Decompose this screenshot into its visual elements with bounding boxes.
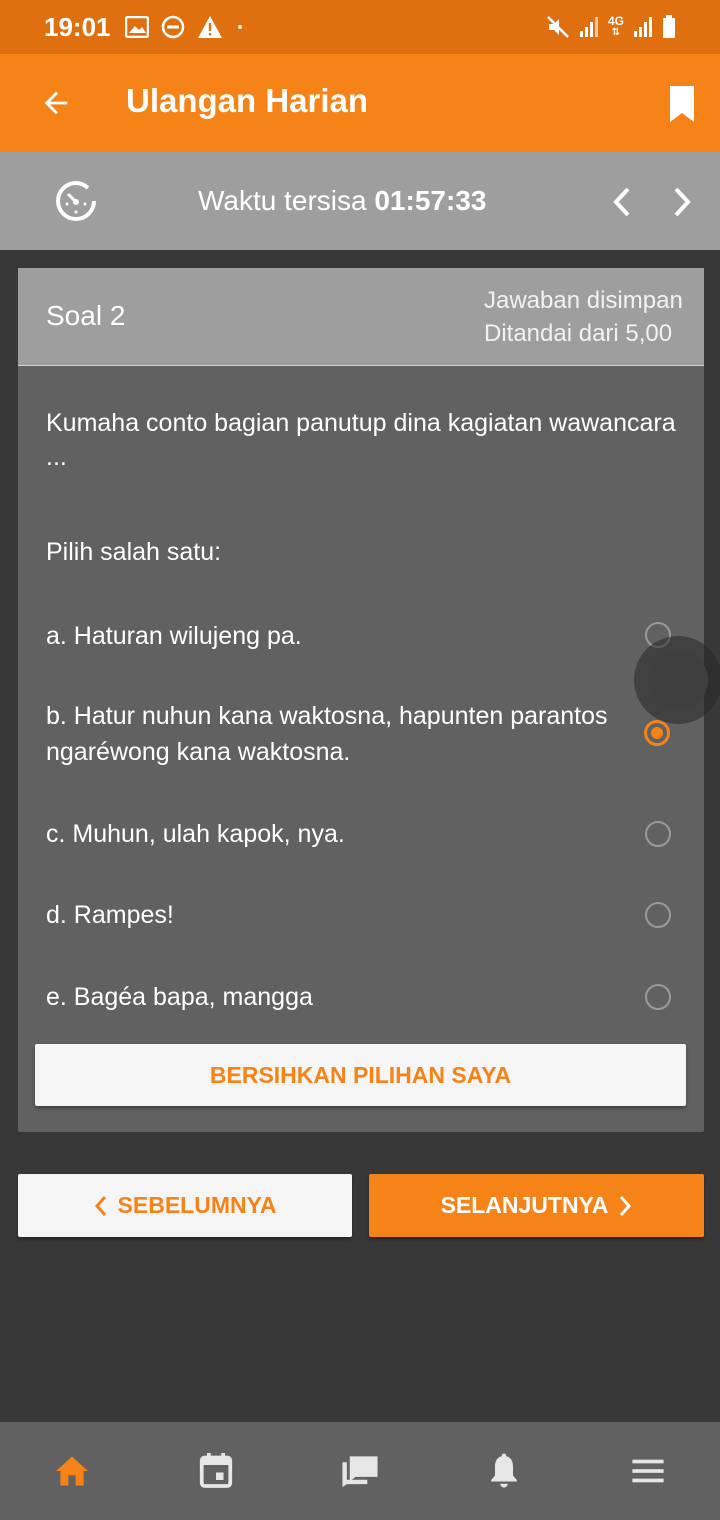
question-instruction: Pilih salah satu:	[46, 538, 222, 566]
question-number: Soal 2	[46, 300, 126, 331]
next-question-button[interactable]	[664, 182, 700, 222]
option-d-radio[interactable]	[645, 902, 671, 928]
clear-choice-button[interactable]: BERSIHKAN PILIHAN SAYA	[35, 1044, 686, 1106]
next-button[interactable]: SELANJUTNYA	[369, 1174, 704, 1237]
option-label: a. Haturan wilujeng pa.	[46, 622, 302, 650]
back-button[interactable]	[36, 83, 76, 123]
notifications-icon	[491, 1453, 517, 1488]
time-remaining-label: Waktu tersisa	[198, 185, 367, 216]
option-a[interactable]: a. Haturan wilujeng pa.	[46, 618, 686, 654]
calendar-icon	[199, 1453, 233, 1488]
status-right-icons: 4G ⇅	[546, 15, 676, 39]
app-bar: Ulangan Harian	[0, 54, 720, 152]
signal-icon	[632, 16, 654, 38]
question-header: Soal 2 Jawaban disimpan Ditandai dari 5,…	[18, 268, 704, 366]
previous-button-label: SEBELUMNYA	[117, 1192, 277, 1218]
answer-saved-status: Jawaban disimpan	[484, 287, 683, 314]
menu-icon	[632, 1459, 664, 1483]
home-icon	[56, 1456, 88, 1486]
warning-icon	[197, 15, 223, 39]
question-status: Jawaban disimpan Ditandai dari 5,00	[484, 284, 683, 350]
timer-bar: Waktu tersisa 01:57:33	[0, 152, 720, 250]
nav-notifications[interactable]	[432, 1422, 576, 1520]
mute-icon	[546, 15, 570, 39]
chevron-right-icon	[620, 1195, 632, 1216]
option-e-radio[interactable]	[645, 984, 671, 1010]
signal-icon	[578, 16, 600, 38]
option-label: c. Muhun, ulah kapok, nya.	[46, 820, 345, 848]
question-text: Kumaha conto bagian panutup dina kagiata…	[46, 409, 676, 471]
option-c[interactable]: c. Muhun, ulah kapok, nya.	[46, 816, 686, 852]
option-b-radio[interactable]	[644, 720, 670, 746]
time-remaining-value: 01:57:33	[374, 185, 487, 216]
chevron-right-icon	[674, 187, 691, 217]
next-button-label: SELANJUTNYA	[440, 1192, 609, 1218]
4g-icon: 4G ⇅	[607, 14, 624, 38]
nav-menu[interactable]	[576, 1422, 720, 1520]
nav-messages[interactable]	[288, 1422, 432, 1520]
option-e[interactable]: e. Bagéa bapa, mangga	[46, 979, 686, 1015]
status-bar: 19:01 4G ⇅	[0, 0, 720, 54]
option-c-radio[interactable]	[645, 821, 671, 847]
time-remaining: Waktu tersisa 01:57:33	[198, 185, 486, 217]
status-time: 19:01	[44, 11, 111, 42]
timer-icon	[54, 179, 98, 223]
option-label: d. Rampes!	[46, 901, 174, 929]
battery-icon	[662, 15, 676, 39]
question-card: Soal 2 Jawaban disimpan Ditandai dari 5,…	[18, 268, 720, 1132]
bookmark-button[interactable]	[664, 84, 700, 124]
dot-icon	[235, 22, 245, 32]
status-left-icons	[124, 15, 245, 39]
option-d[interactable]: d. Rampes!	[46, 897, 686, 933]
do-not-disturb-icon	[161, 15, 185, 39]
option-label: e. Bagéa bapa, mangga	[46, 983, 313, 1011]
previous-button[interactable]: SEBELUMNYA	[18, 1174, 352, 1237]
previous-question-button[interactable]	[604, 182, 640, 222]
page-title: Ulangan Harian	[126, 82, 369, 119]
marked-out-of: Ditandai dari 5,00	[484, 320, 673, 347]
nav-home[interactable]	[0, 1422, 144, 1520]
arrow-back-icon	[44, 91, 68, 115]
image-icon	[124, 16, 149, 38]
option-label: b. Hatur nuhun kana waktosna, hapunten p…	[46, 702, 608, 766]
option-b[interactable]: b. Hatur nuhun kana waktosna, hapunten p…	[46, 698, 686, 770]
bottom-navigation	[0, 1422, 720, 1520]
nav-calendar[interactable]	[144, 1422, 288, 1520]
bookmark-icon	[670, 86, 694, 122]
chevron-left-icon	[94, 1195, 106, 1216]
messages-icon	[342, 1456, 378, 1488]
chevron-left-icon	[613, 187, 630, 217]
